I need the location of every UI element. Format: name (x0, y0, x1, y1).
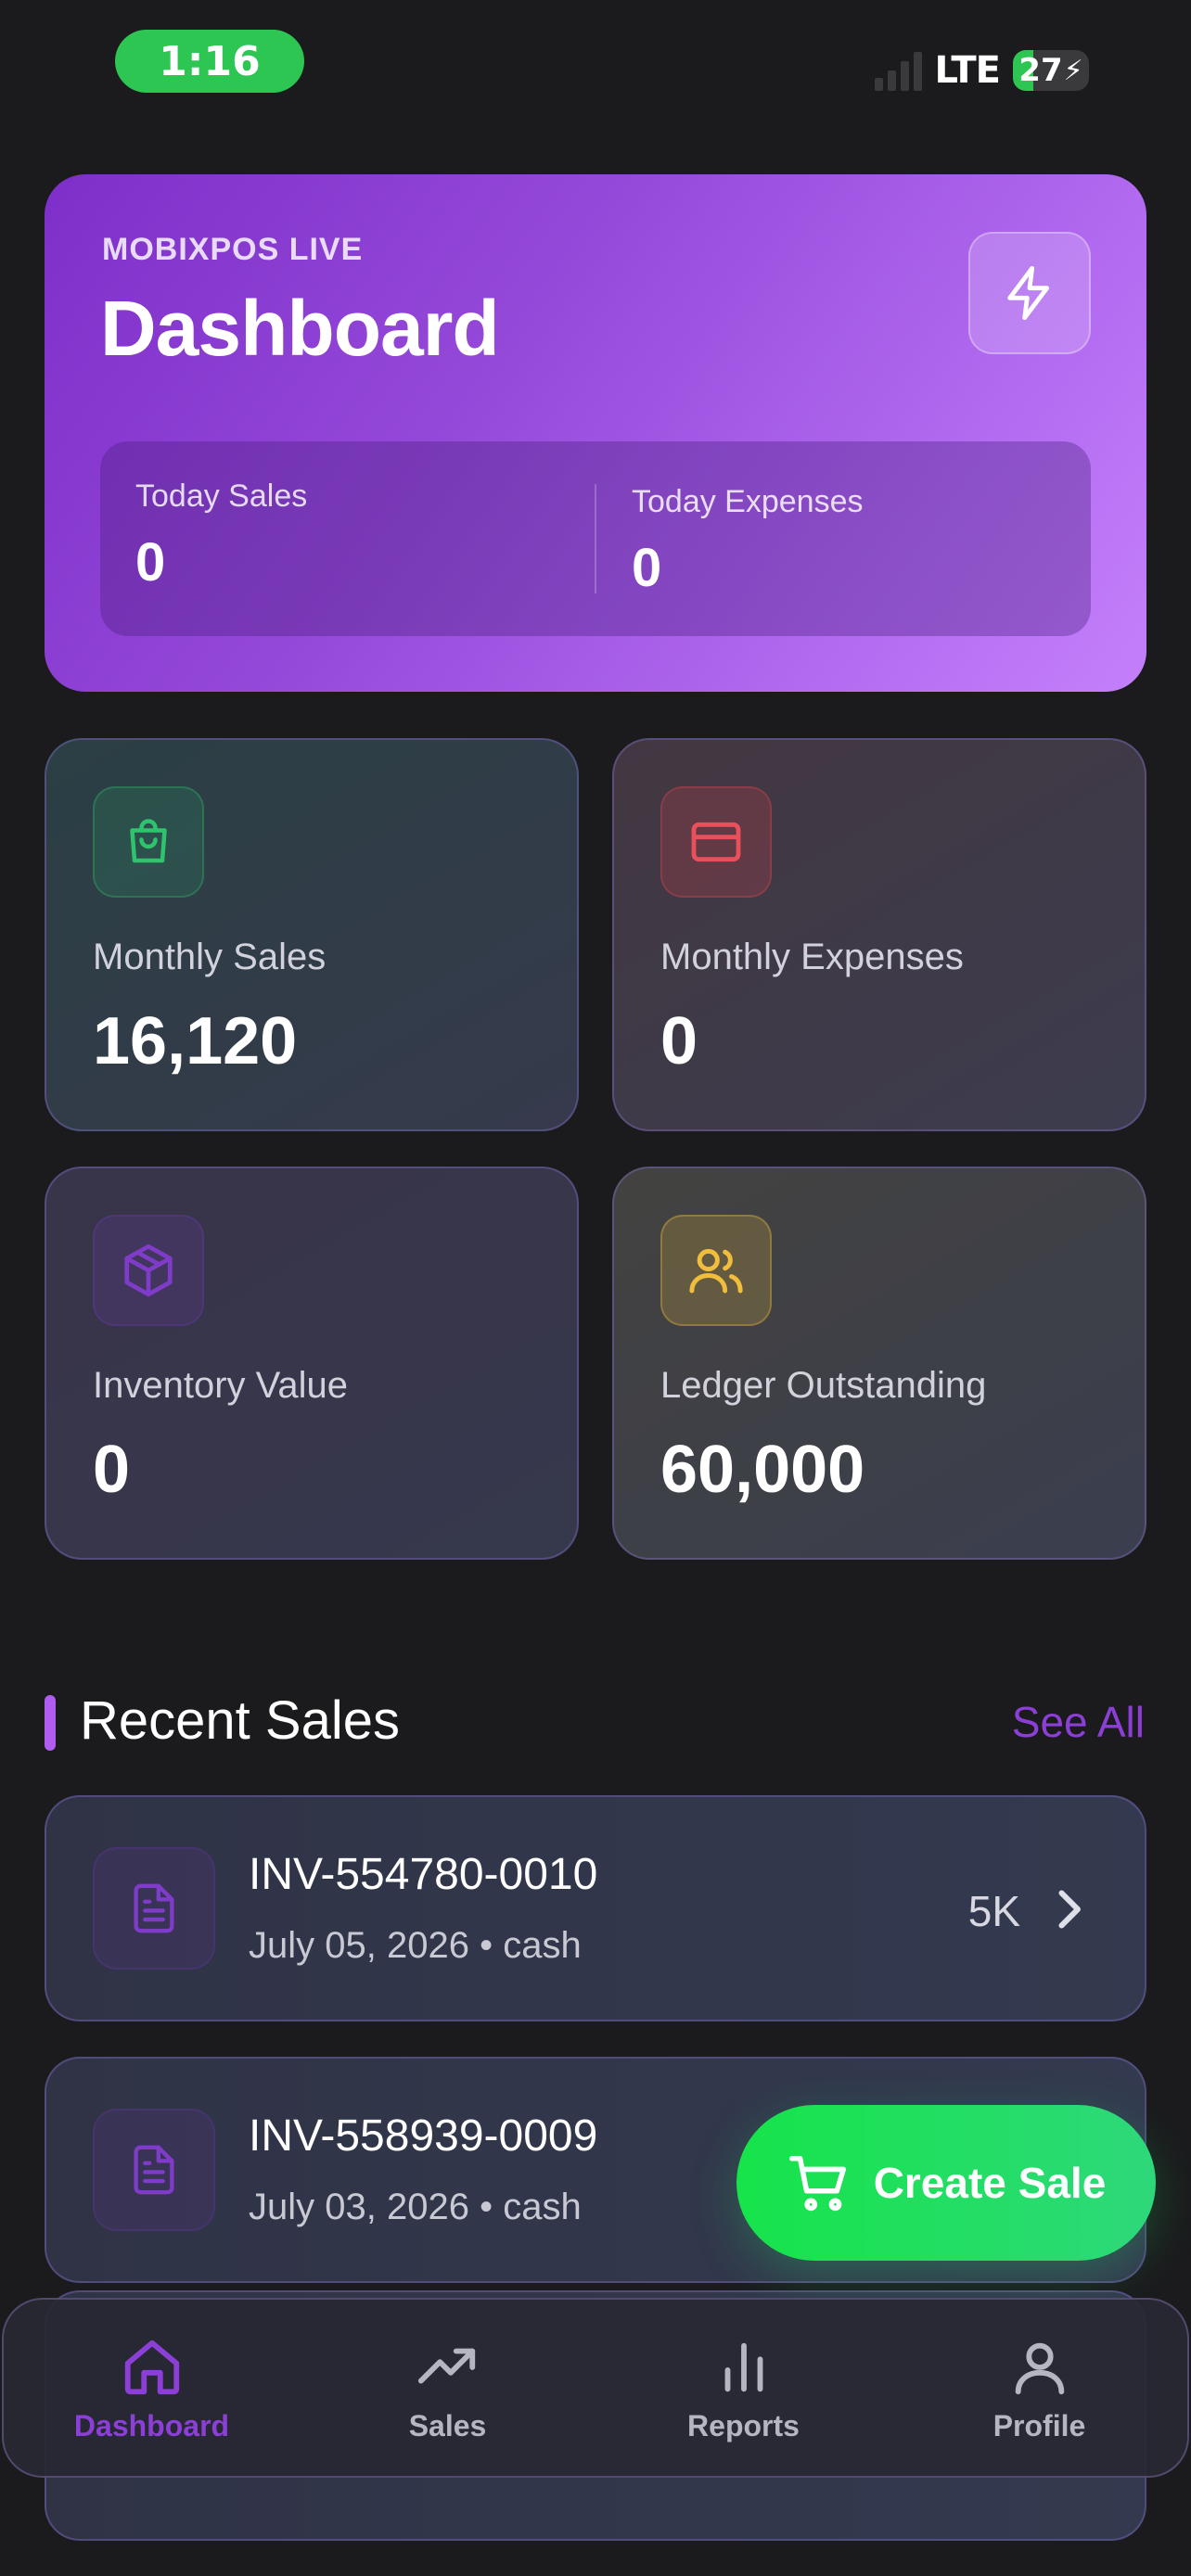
sale-row[interactable]: INV-554780-0010 July 05, 2026 • cash 5K (45, 1795, 1146, 2021)
shopping-cart-icon (788, 2155, 846, 2212)
payment-method: cash (503, 1925, 582, 1966)
brand-label: MOBIXPOS LIVE (102, 232, 364, 267)
monthly-expenses-card[interactable]: Monthly Expenses 0 (612, 738, 1146, 1131)
monthly-sales-label: Monthly Sales (93, 937, 327, 977)
credit-card-icon (660, 786, 772, 898)
dashboard-screen: 1:16 LTE 27 ⚡ MOBIXPOS LIVE Dashboard To… (0, 0, 1191, 2576)
today-summary: Today Sales 0 Today Expenses 0 (100, 441, 1091, 636)
monthly-expenses-label: Monthly Expenses (660, 937, 964, 977)
invoice-date: July 03, 2026 (249, 2187, 469, 2227)
page-title: Dashboard (100, 285, 500, 372)
nav-profile[interactable]: Profile (891, 2300, 1187, 2476)
trending-up-icon (417, 2348, 475, 2384)
battery-label: 27 (1018, 52, 1063, 89)
bottom-navigation: Dashboard Sales Reports Profile (2, 2298, 1189, 2478)
hero-card: MOBIXPOS LIVE Dashboard Today Sales 0 To… (45, 174, 1146, 692)
nav-label: Reports (687, 2409, 800, 2442)
nav-sales[interactable]: Sales (300, 2300, 596, 2476)
today-expenses-value: 0 (632, 538, 662, 598)
today-sales: Today Sales 0 (100, 441, 595, 636)
inventory-value-card[interactable]: Inventory Value 0 (45, 1167, 579, 1560)
status-indicators: LTE 27 ⚡ (874, 43, 1089, 98)
ledger-outstanding-label: Ledger Outstanding (660, 1365, 987, 1406)
today-expenses-label: Today Expenses (632, 484, 864, 519)
nav-label: Profile (992, 2409, 1086, 2442)
network-label: LTE (934, 49, 1001, 92)
battery-icon: 27 ⚡ (1013, 50, 1089, 91)
nav-dashboard[interactable]: Dashboard (4, 2300, 300, 2476)
invoice-id: INV-554780-0010 (249, 1850, 598, 1899)
nav-label: Sales (408, 2409, 487, 2442)
charging-bolt-icon: ⚡ (1063, 55, 1083, 86)
inventory-value-label: Inventory Value (93, 1365, 348, 1406)
invoice-id: INV-558939-0009 (249, 2111, 598, 2161)
inventory-value-value: 0 (93, 1433, 131, 1507)
home-icon (124, 2340, 179, 2395)
users-icon (660, 1215, 772, 1326)
create-sale-button[interactable]: Create Sale (736, 2105, 1156, 2261)
monthly-expenses-value: 0 (660, 1004, 698, 1078)
payment-method: cash (503, 2187, 582, 2227)
invoice-amount: 5K (967, 1887, 1020, 1935)
today-sales-value: 0 (135, 532, 166, 593)
user-icon (1015, 2342, 1064, 2395)
document-icon (93, 2109, 215, 2231)
section-accent-bar (45, 1695, 56, 1751)
bar-chart-icon (724, 2342, 762, 2392)
quick-action-button[interactable] (968, 232, 1091, 354)
chevron-right-icon (1058, 1890, 1081, 1929)
invoice-meta: July 03, 2026 • cash (249, 2187, 582, 2228)
nav-label: Dashboard (73, 2409, 230, 2442)
monthly-sales-card[interactable]: Monthly Sales 16,120 (45, 738, 579, 1131)
see-all-link[interactable]: See All (1012, 1697, 1145, 1747)
ledger-outstanding-value: 60,000 (660, 1433, 865, 1507)
today-expenses: Today Expenses 0 (595, 484, 1091, 598)
recent-sales-title: Recent Sales (80, 1690, 400, 1751)
today-sales-label: Today Sales (135, 478, 308, 514)
signal-icon (874, 50, 922, 91)
invoice-meta: July 05, 2026 • cash (249, 1925, 582, 1967)
meta-separator: • (480, 1925, 504, 1966)
lightning-icon (1007, 265, 1050, 321)
status-time: 1:16 (115, 30, 304, 93)
package-icon (93, 1215, 204, 1326)
nav-reports[interactable]: Reports (596, 2300, 891, 2476)
create-sale-label: Create Sale (873, 2159, 1107, 2207)
monthly-sales-value: 16,120 (93, 1004, 298, 1078)
document-icon (93, 1847, 215, 1970)
ledger-outstanding-card[interactable]: Ledger Outstanding 60,000 (612, 1167, 1146, 1560)
shopping-bag-icon (93, 786, 204, 898)
invoice-date: July 05, 2026 (249, 1925, 469, 1966)
meta-separator: • (480, 2187, 504, 2227)
